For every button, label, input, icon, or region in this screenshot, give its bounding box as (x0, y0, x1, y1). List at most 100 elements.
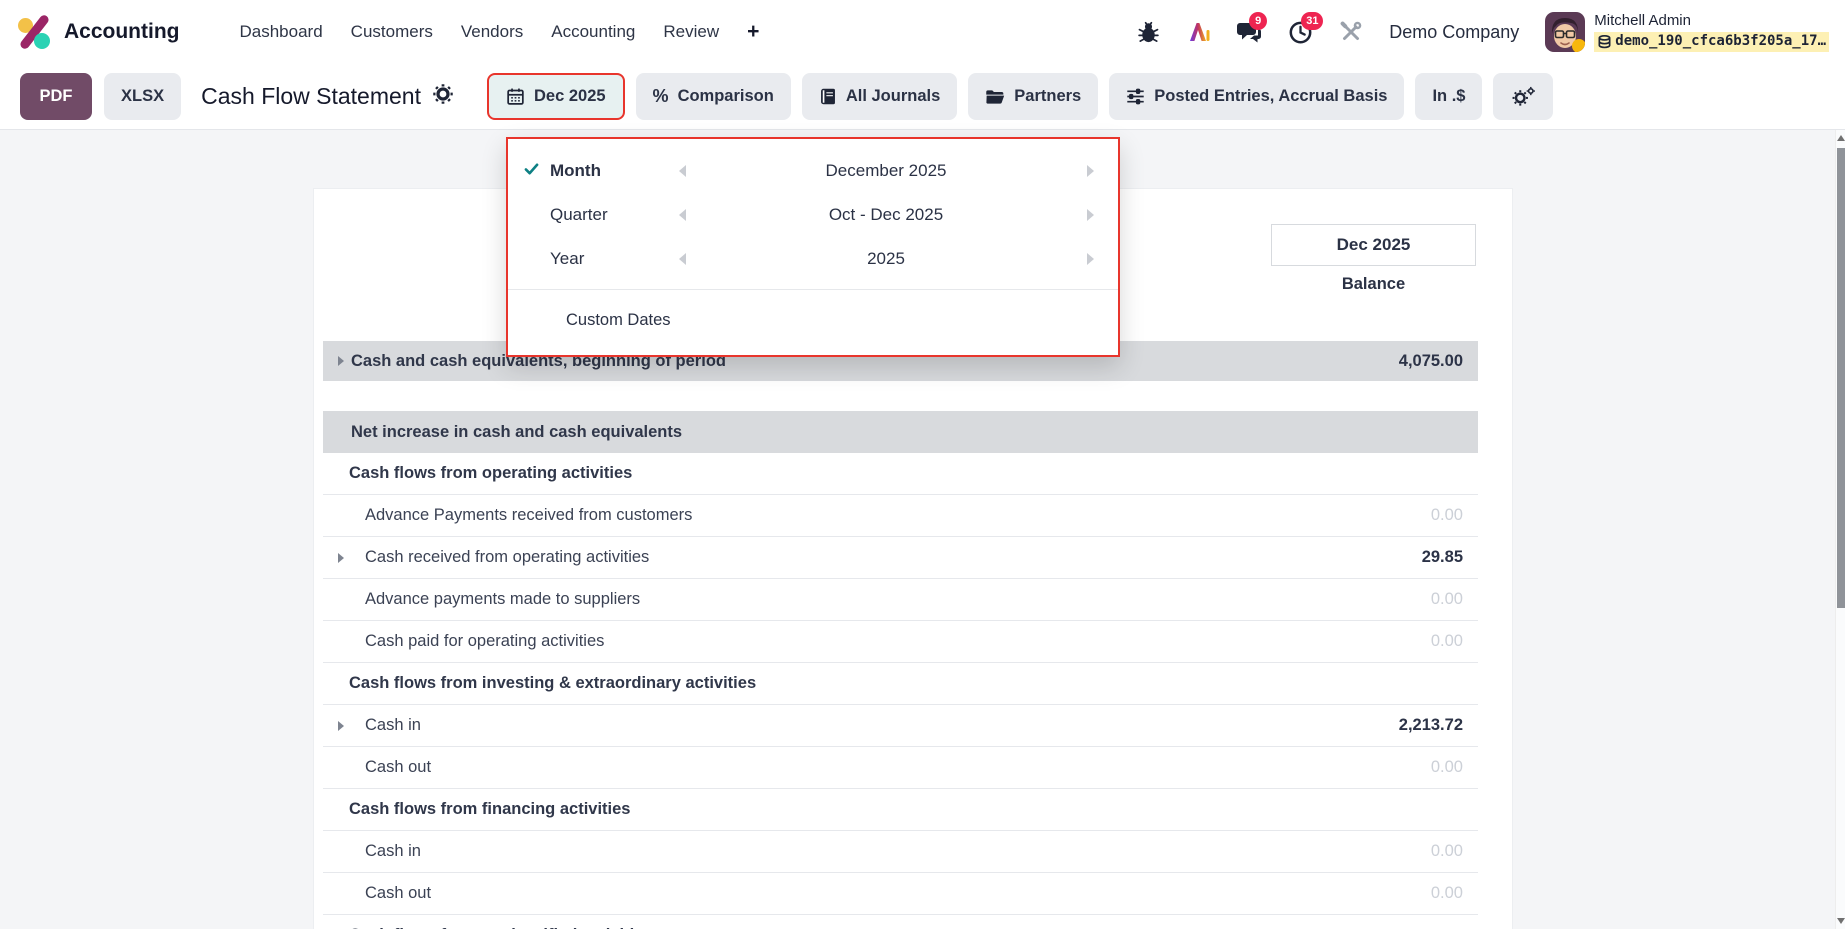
currency-button[interactable]: In .$ (1415, 73, 1482, 120)
activities-clock-icon[interactable]: 31 (1288, 20, 1313, 45)
options-filter-button[interactable]: Posted Entries, Accrual Basis (1109, 73, 1404, 120)
next-period-arrow-icon[interactable] (1078, 209, 1102, 221)
database-badge: demo_190_cfca6b3f205a_17… (1594, 32, 1829, 52)
report-settings-gear-icon[interactable] (433, 84, 453, 109)
row-value: 0.00 (1431, 758, 1478, 777)
plus-icon[interactable]: + (747, 20, 759, 44)
pdf-button[interactable]: PDF (20, 73, 92, 120)
table-row[interactable]: Cash in 0.00 (323, 831, 1478, 873)
nav-menu-item[interactable]: Vendors (461, 22, 523, 42)
table-row[interactable]: Cash flows from investing & extraordinar… (323, 663, 1478, 705)
report-toolbar: PDF XLSX Cash Flow Statement (0, 64, 1845, 130)
expand-caret-icon[interactable] (338, 356, 344, 366)
messages-icon[interactable]: 9 (1236, 20, 1262, 44)
nav-menu-item[interactable]: Accounting (551, 22, 635, 42)
table-row[interactable]: Advance Payments received from customers… (323, 495, 1478, 537)
row-value: 0.00 (1431, 632, 1478, 651)
row-label: Cash in (323, 716, 1399, 735)
xlsx-button[interactable]: XLSX (104, 73, 181, 120)
expand-caret-icon[interactable] (338, 553, 344, 563)
period-value[interactable]: December 2025 (694, 161, 1078, 181)
row-value: 0.00 (1431, 884, 1478, 903)
date-period-option[interactable]: Year 2025 (508, 237, 1118, 281)
period-value[interactable]: Oct - Dec 2025 (694, 205, 1078, 225)
row-label: Cash paid for operating activities (323, 632, 1431, 651)
debug-bug-icon[interactable] (1137, 21, 1160, 44)
column-header-dec-2025[interactable]: Dec 2025 (1271, 224, 1476, 266)
odoo-apps-icon[interactable] (16, 14, 52, 50)
row-value: 29.85 (1422, 548, 1478, 567)
table-row[interactable]: Cash paid for operating activities 0.00 (323, 621, 1478, 663)
date-filter-label: Dec 2025 (534, 87, 606, 106)
app-window: Accounting Dashboard Customers Vendors Acco… (0, 0, 1845, 929)
user-menu[interactable]: Mitchell Admin demo_190_cfca6b3f205a_17… (1545, 12, 1829, 52)
scroll-down-arrow-icon[interactable] (1837, 915, 1845, 927)
table-row[interactable]: Cash out 0.00 (323, 873, 1478, 915)
period-value[interactable]: 2025 (694, 249, 1078, 269)
table-row[interactable]: Advance payments made to suppliers 0.00 (323, 579, 1478, 621)
row-label: Cash out (323, 758, 1431, 777)
next-period-arrow-icon[interactable] (1078, 165, 1102, 177)
row-value: 2,213.72 (1399, 716, 1478, 735)
table-row[interactable]: Cash in 2,213.72 (323, 705, 1478, 747)
activities-count-badge: 31 (1301, 12, 1323, 30)
row-label: Cash flows from investing & extraordinar… (323, 674, 1463, 693)
nav-menu-item[interactable]: Dashboard (240, 22, 323, 42)
row-label: Cash in (323, 842, 1431, 861)
journals-filter-button[interactable]: All Journals (802, 73, 957, 120)
period-type-label: Quarter (550, 205, 670, 225)
table-row[interactable]: Cash flows from unclassified activities (323, 915, 1478, 929)
title-wrap: Cash Flow Statement (201, 83, 453, 110)
table-row[interactable]: Cash out 0.00 (323, 747, 1478, 789)
vertical-scrollbar[interactable] (1835, 130, 1845, 929)
logo-teal-dot (34, 33, 50, 49)
column-subheader-balance: Balance (1271, 275, 1476, 294)
table-row[interactable]: Net increase in cash and cash equivalent… (323, 411, 1478, 453)
currency-label: In .$ (1432, 87, 1465, 106)
date-period-option[interactable]: Month December 2025 (508, 149, 1118, 193)
app-name: Accounting (64, 20, 180, 44)
row-label: Advance payments made to suppliers (323, 590, 1431, 609)
ai-icon[interactable] (1186, 20, 1210, 44)
partners-filter-button[interactable]: Partners (968, 73, 1098, 120)
previous-period-arrow-icon[interactable] (670, 253, 694, 265)
calendar-icon (506, 87, 525, 106)
table-row[interactable]: Cash flows from financing activities (323, 789, 1478, 831)
page-title: Cash Flow Statement (201, 83, 421, 110)
user-name: Mitchell Admin (1594, 12, 1829, 31)
row-label: Cash flows from financing activities (323, 800, 1463, 819)
company-switcher[interactable]: Demo Company (1389, 22, 1519, 43)
date-period-option[interactable]: Quarter Oct - Dec 2025 (508, 193, 1118, 237)
gears-icon (1510, 86, 1536, 108)
table-row[interactable]: Cash flows from operating activities (323, 453, 1478, 495)
journals-label: All Journals (846, 87, 940, 106)
table-row[interactable]: Cash received from operating activities … (323, 537, 1478, 579)
expand-caret-icon[interactable] (338, 721, 344, 731)
previous-period-arrow-icon[interactable] (670, 165, 694, 177)
support-tools-icon[interactable] (1339, 20, 1363, 44)
percent-icon: % (653, 86, 669, 107)
sliders-icon (1126, 87, 1145, 106)
dropdown-divider (508, 289, 1118, 290)
custom-dates-option[interactable]: Custom Dates (508, 298, 1118, 342)
period-type-label: Year (550, 249, 670, 269)
report-table: Cash and cash equivalents, beginning of … (323, 341, 1478, 929)
user-info: Mitchell Admin demo_190_cfca6b3f205a_17… (1594, 12, 1829, 51)
extra-options-gears-button[interactable] (1493, 73, 1553, 120)
row-label: Net increase in cash and cash equivalent… (323, 423, 1463, 442)
previous-period-arrow-icon[interactable] (670, 209, 694, 221)
date-filter-button[interactable]: Dec 2025 (487, 73, 625, 120)
navbar-right: 9 31 Demo Company (1137, 12, 1829, 52)
date-period-options: Month December 2025 Quarter Oct - Dec 20… (508, 149, 1118, 281)
user-status-dot (1572, 39, 1585, 52)
row-value: 0.00 (1431, 590, 1478, 609)
nav-menu-item[interactable]: Customers (351, 22, 433, 42)
comparison-button[interactable]: % Comparison (636, 73, 791, 120)
row-label: Cash out (323, 884, 1431, 903)
next-period-arrow-icon[interactable] (1078, 253, 1102, 265)
row-label: Cash received from operating activities (323, 548, 1422, 567)
scrollbar-thumb[interactable] (1837, 148, 1845, 608)
folder-icon (985, 88, 1005, 106)
scroll-up-arrow-icon[interactable] (1837, 132, 1845, 144)
nav-menu-item[interactable]: Review (663, 22, 719, 42)
